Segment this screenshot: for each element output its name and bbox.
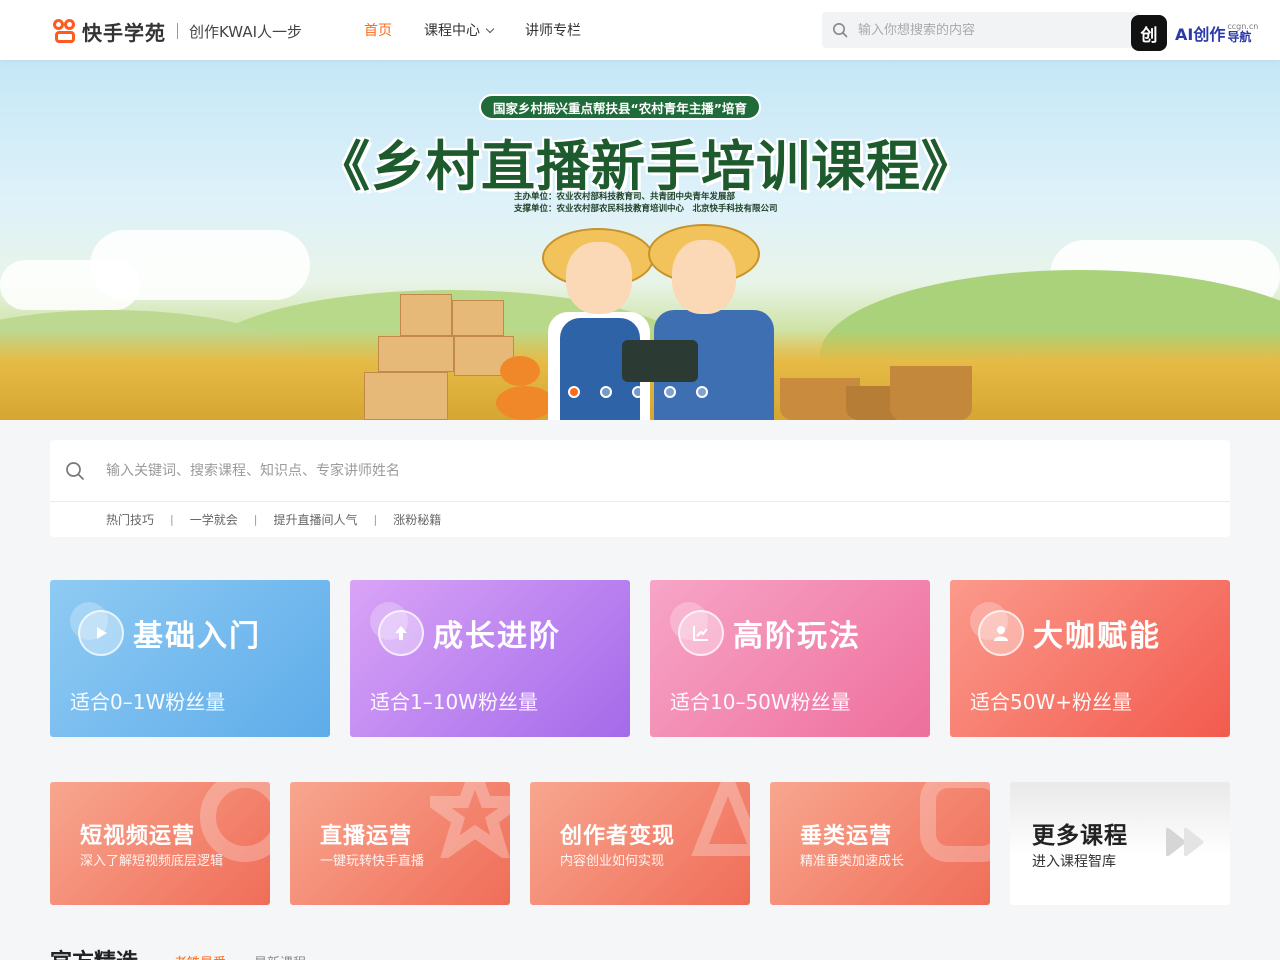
topic-card-short-video[interactable]: 短视频运营 深入了解短视频底层逻辑 [50, 782, 270, 905]
level-card-expert[interactable]: 大咖赋能 适合50W+粉丝量 [950, 580, 1230, 737]
more-courses-subtitle: 进入课程智库 [1032, 854, 1116, 870]
fast-forward-icon [1166, 827, 1204, 857]
parcel-box [400, 294, 452, 336]
level-card-title: 高阶玩法 [733, 619, 861, 654]
triangle-decoration [691, 782, 750, 856]
tab-latest[interactable]: 最新课程 [254, 952, 306, 960]
topic-card-vertical[interactable]: 垂类运营 精准垂类加速成长 [770, 782, 990, 905]
hot-tag[interactable]: 涨粉秘籍 [393, 511, 441, 528]
top-header: 快手学苑 创作KWAI人一步 首页 课程中心 讲师专栏 创 AI创作 ccgn.… [0, 0, 1280, 60]
section-title: 官方精选 [50, 944, 138, 960]
carousel-dot[interactable] [664, 386, 676, 398]
course-search-row [50, 440, 1230, 502]
phone-on-tripod [622, 340, 698, 382]
level-card-growth[interactable]: 成长进阶 适合1–10W粉丝量 [350, 580, 630, 737]
tab-favorites[interactable]: 老铁最爱 [174, 952, 226, 960]
ai-badge-label: AI创作 [1175, 25, 1226, 44]
hot-search-tags: 热门技巧 | 一学就会 | 提升直播间人气 | 涨粉秘籍 [50, 502, 1230, 537]
brand-slogan: 创作KWAI人一步 [189, 22, 302, 41]
ai-logo-icon: 创 [1131, 15, 1167, 51]
ai-badge-nav: 导航 [1227, 30, 1252, 44]
course-search-input[interactable] [106, 462, 1106, 479]
card-decoration [920, 782, 990, 862]
tag-divider: | [170, 513, 174, 526]
user-icon [978, 610, 1024, 656]
girl-face [672, 240, 736, 314]
level-card-title: 大咖赋能 [1033, 619, 1161, 654]
banner-organizer: 主办单位：农业农村部科技教育司、共青团中央青年发展部 [514, 192, 736, 202]
more-courses-title: 更多课程 [1032, 823, 1128, 849]
carousel-dot[interactable] [600, 386, 612, 398]
search-icon[interactable] [832, 22, 848, 38]
parcel-box [378, 336, 454, 372]
star-decoration [430, 782, 510, 858]
topic-card-title: 垂类运营 [800, 824, 893, 849]
topic-card-subtitle: 一键玩转快手直播 [320, 854, 425, 869]
site-logo[interactable]: 快手学苑 创作KWAI人一步 [52, 17, 302, 45]
topic-card-subtitle: 深入了解短视频底层逻辑 [80, 854, 224, 869]
level-card-subtitle: 适合10–50W粉丝量 [670, 690, 851, 714]
parcel-box [452, 300, 504, 336]
main-nav: 首页 课程中心 讲师专栏 [364, 0, 613, 60]
topic-card-subtitle: 内容创业如何实现 [560, 854, 665, 869]
level-card-title: 基础入门 [133, 619, 261, 654]
carousel-dot[interactable] [696, 386, 708, 398]
nav-course-center-label: 课程中心 [424, 23, 480, 39]
parcel-box [364, 372, 448, 420]
header-search-input[interactable] [858, 22, 1108, 38]
level-card-advanced[interactable]: 高阶玩法 适合10–50W粉丝量 [650, 580, 930, 737]
level-card-subtitle: 适合50W+粉丝量 [970, 690, 1132, 714]
banner-supporter: 支撑单位：农业农村部农民科技教育培训中心 北京快手科技有限公司 [514, 204, 778, 214]
nav-home[interactable]: 首页 [364, 20, 392, 40]
pumpkin [500, 356, 540, 386]
level-card-subtitle: 适合1–10W粉丝量 [370, 690, 538, 714]
more-courses-card[interactable]: 更多课程 进入课程智库 [1010, 782, 1230, 905]
level-card-title: 成长进阶 [433, 619, 561, 654]
nav-home-label: 首页 [364, 23, 392, 39]
chart-icon [678, 610, 724, 656]
topic-card-monetization[interactable]: 创作者变现 内容创业如何实现 [530, 782, 750, 905]
hot-tag[interactable]: 热门技巧 [106, 511, 154, 528]
topic-card-live[interactable]: 直播运营 一键玩转快手直播 [290, 782, 510, 905]
ai-creation-nav-badge[interactable]: 创 AI创作 ccgn.cn 导航 [1131, 15, 1258, 51]
arrow-up-icon [378, 610, 424, 656]
chevron-down-icon [485, 24, 495, 33]
banner-cloud [0, 260, 140, 310]
ai-badge-sub: ccgn.cn 导航 [1227, 23, 1258, 44]
carousel-dot[interactable] [632, 386, 644, 398]
nav-course-center[interactable]: 课程中心 [424, 20, 495, 40]
topic-card-title: 短视频运营 [80, 824, 196, 849]
level-card-basic[interactable]: 基础入门 适合0–1W粉丝量 [50, 580, 330, 737]
logo-divider [177, 23, 178, 39]
carousel-dot[interactable] [568, 386, 580, 398]
produce-basket [890, 366, 972, 420]
kuaishou-logo-icon [52, 18, 78, 44]
course-search-panel: 热门技巧 | 一学就会 | 提升直播间人气 | 涨粉秘籍 [50, 440, 1230, 537]
header-search [822, 12, 1140, 48]
search-icon[interactable] [65, 461, 85, 481]
hot-tag[interactable]: 提升直播间人气 [273, 511, 357, 528]
topic-card-title: 创作者变现 [560, 824, 676, 849]
banner-tag: 国家乡村振兴重点帮扶县“农村青年主播”培育 [479, 94, 761, 120]
nav-lecturer-label: 讲师专栏 [525, 23, 581, 39]
level-card-subtitle: 适合0–1W粉丝量 [70, 690, 226, 714]
topic-card-title: 直播运营 [320, 824, 413, 849]
pumpkin [496, 386, 554, 420]
topic-card-subtitle: 精准垂类加速成长 [800, 854, 905, 869]
play-icon [78, 610, 124, 656]
hero-banner[interactable]: 国家乡村振兴重点帮扶县“农村青年主播”培育 《乡村直播新手培训课程》 主办单位：… [0, 60, 1280, 420]
brand-name: 快手学苑 [82, 20, 166, 45]
boy-face [566, 242, 632, 314]
hot-tag[interactable]: 一学就会 [190, 511, 238, 528]
tag-divider: | [253, 513, 258, 526]
carousel-dots [568, 386, 728, 398]
nav-lecturer-column[interactable]: 讲师专栏 [525, 20, 581, 40]
tag-divider: | [373, 513, 378, 526]
